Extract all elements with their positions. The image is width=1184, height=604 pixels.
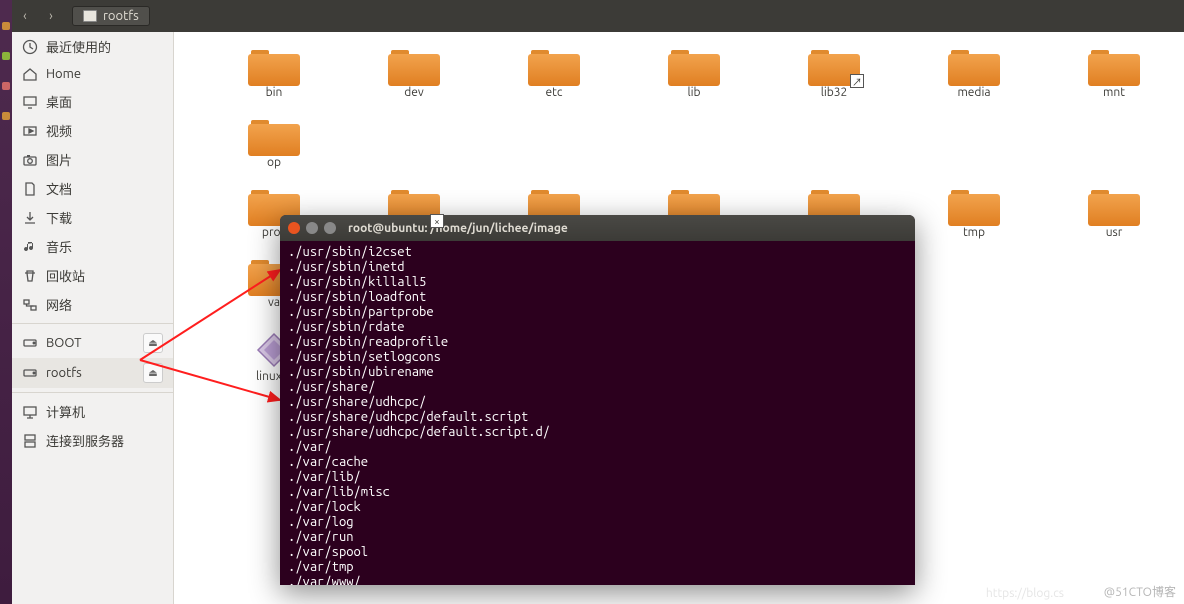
sidebar-item-视频[interactable]: 视频 xyxy=(12,116,173,145)
file-label: usr xyxy=(1106,226,1123,239)
eject-button[interactable]: ⏏ xyxy=(143,363,163,383)
camera-icon xyxy=(22,152,38,168)
sidebar-item-label: 桌面 xyxy=(46,92,72,111)
terminal-titlebar[interactable]: root@ubuntu: /home/jun/lichee/image xyxy=(280,215,915,241)
file-etc[interactable]: etc xyxy=(484,50,624,120)
file-label: lib xyxy=(687,86,700,99)
file-usr[interactable]: usr xyxy=(1044,190,1184,260)
folder-icon xyxy=(248,50,300,86)
sidebar-item-label: 连接到服务器 xyxy=(46,431,124,450)
window-minimize-button[interactable] xyxy=(306,222,318,234)
download-icon xyxy=(22,210,38,226)
file-label: dev xyxy=(404,86,424,99)
doc-icon xyxy=(22,181,38,197)
watermark: @51CTO博客 xyxy=(1104,583,1176,600)
sidebar-item-连接到服务器[interactable]: 连接到服务器 xyxy=(12,426,173,455)
file-label: tmp xyxy=(963,226,985,239)
folder-icon xyxy=(948,50,1000,86)
folder-icon xyxy=(388,50,440,86)
desktop-icon xyxy=(22,94,38,110)
sidebar-item-label: 视频 xyxy=(46,121,72,140)
sidebar-item-rootfs[interactable]: rootfs ⏏ xyxy=(12,358,173,388)
sidebar-item-Home[interactable]: Home xyxy=(12,61,173,87)
trash-icon xyxy=(22,268,38,284)
folder-icon xyxy=(1088,190,1140,226)
server-icon xyxy=(22,433,38,449)
sidebar-item-回收站[interactable]: 回收站 xyxy=(12,261,173,290)
terminal-output[interactable]: ./usr/sbin/i2cset ./usr/sbin/inetd ./usr… xyxy=(280,241,915,585)
sidebar-item-label: 音乐 xyxy=(46,237,72,256)
folder-icon xyxy=(528,50,580,86)
sidebar-item-label: 文档 xyxy=(46,179,72,198)
sidebar-item-label: 最近使用的 xyxy=(46,37,111,56)
file-label: etc xyxy=(546,86,563,99)
sidebar: 最近使用的Home桌面视频图片文档下载音乐回收站网络 BOOT⏏rootfs⏏ … xyxy=(12,32,174,604)
sidebar-item-label: Home xyxy=(46,67,81,81)
drive-icon xyxy=(83,10,97,22)
sidebar-item-最近使用的[interactable]: 最近使用的 xyxy=(12,32,173,61)
sidebar-item-图片[interactable]: 图片 xyxy=(12,145,173,174)
computer-icon xyxy=(22,404,38,420)
file-lib32[interactable]: ↗lib32 xyxy=(764,50,904,120)
drive-icon xyxy=(22,365,38,381)
file-label: op xyxy=(267,156,281,169)
home-icon xyxy=(22,66,38,82)
sidebar-separator xyxy=(12,323,173,324)
eject-button[interactable]: ⏏ xyxy=(143,333,163,353)
unity-launcher[interactable] xyxy=(0,0,12,604)
file-bin[interactable]: bin xyxy=(204,50,344,120)
sidebar-item-桌面[interactable]: 桌面 xyxy=(12,87,173,116)
sidebar-item-BOOT[interactable]: BOOT ⏏ xyxy=(12,328,173,358)
drive-icon xyxy=(22,335,38,351)
file-mnt[interactable]: mnt xyxy=(1044,50,1184,120)
path-bar[interactable]: rootfs xyxy=(72,6,150,26)
file-label: bin xyxy=(266,86,283,99)
clock-icon xyxy=(22,39,38,55)
file-dev[interactable]: dev xyxy=(344,50,484,120)
watermark-faint: https://blog.cs xyxy=(986,587,1064,600)
file-media[interactable]: media xyxy=(904,50,1044,120)
sidebar-item-label: 计算机 xyxy=(46,402,85,421)
file-label: va xyxy=(268,296,280,309)
sidebar-item-label: BOOT xyxy=(46,336,81,350)
folder-icon: ↗ xyxy=(808,50,860,86)
file-label: media xyxy=(957,86,990,99)
file-label: lib32 xyxy=(821,86,848,99)
sidebar-item-计算机[interactable]: 计算机 xyxy=(12,397,173,426)
sidebar-item-label: 网络 xyxy=(46,295,72,314)
folder-icon xyxy=(668,50,720,86)
video-icon xyxy=(22,123,38,139)
sidebar-separator xyxy=(12,392,173,393)
sidebar-item-音乐[interactable]: 音乐 xyxy=(12,232,173,261)
file-lib[interactable]: lib xyxy=(624,50,764,120)
nav-back-button[interactable]: ‹ xyxy=(12,9,38,23)
sidebar-item-label: rootfs xyxy=(46,366,82,380)
file-manager-toolbar: ‹ › rootfs xyxy=(12,0,1184,32)
file-tmp[interactable]: tmp xyxy=(904,190,1044,260)
file-op[interactable]: op xyxy=(204,120,344,190)
folder-icon xyxy=(948,190,1000,226)
sidebar-item-文档[interactable]: 文档 xyxy=(12,174,173,203)
sidebar-item-label: 下载 xyxy=(46,208,72,227)
folder-icon xyxy=(1088,50,1140,86)
window-close-button[interactable] xyxy=(288,222,300,234)
sidebar-item-下载[interactable]: 下载 xyxy=(12,203,173,232)
sidebar-item-网络[interactable]: 网络 xyxy=(12,290,173,319)
folder-icon xyxy=(248,120,300,156)
path-label: rootfs xyxy=(103,9,139,23)
sidebar-item-label: 图片 xyxy=(46,150,72,169)
sidebar-item-label: 回收站 xyxy=(46,266,85,285)
network-icon xyxy=(22,297,38,313)
nav-forward-button[interactable]: › xyxy=(38,9,64,23)
music-icon xyxy=(22,239,38,255)
terminal-window[interactable]: root@ubuntu: /home/jun/lichee/image ./us… xyxy=(280,215,915,585)
file-label: mnt xyxy=(1103,86,1125,99)
window-maximize-button[interactable] xyxy=(324,222,336,234)
terminal-title: root@ubuntu: /home/jun/lichee/image xyxy=(348,222,568,235)
